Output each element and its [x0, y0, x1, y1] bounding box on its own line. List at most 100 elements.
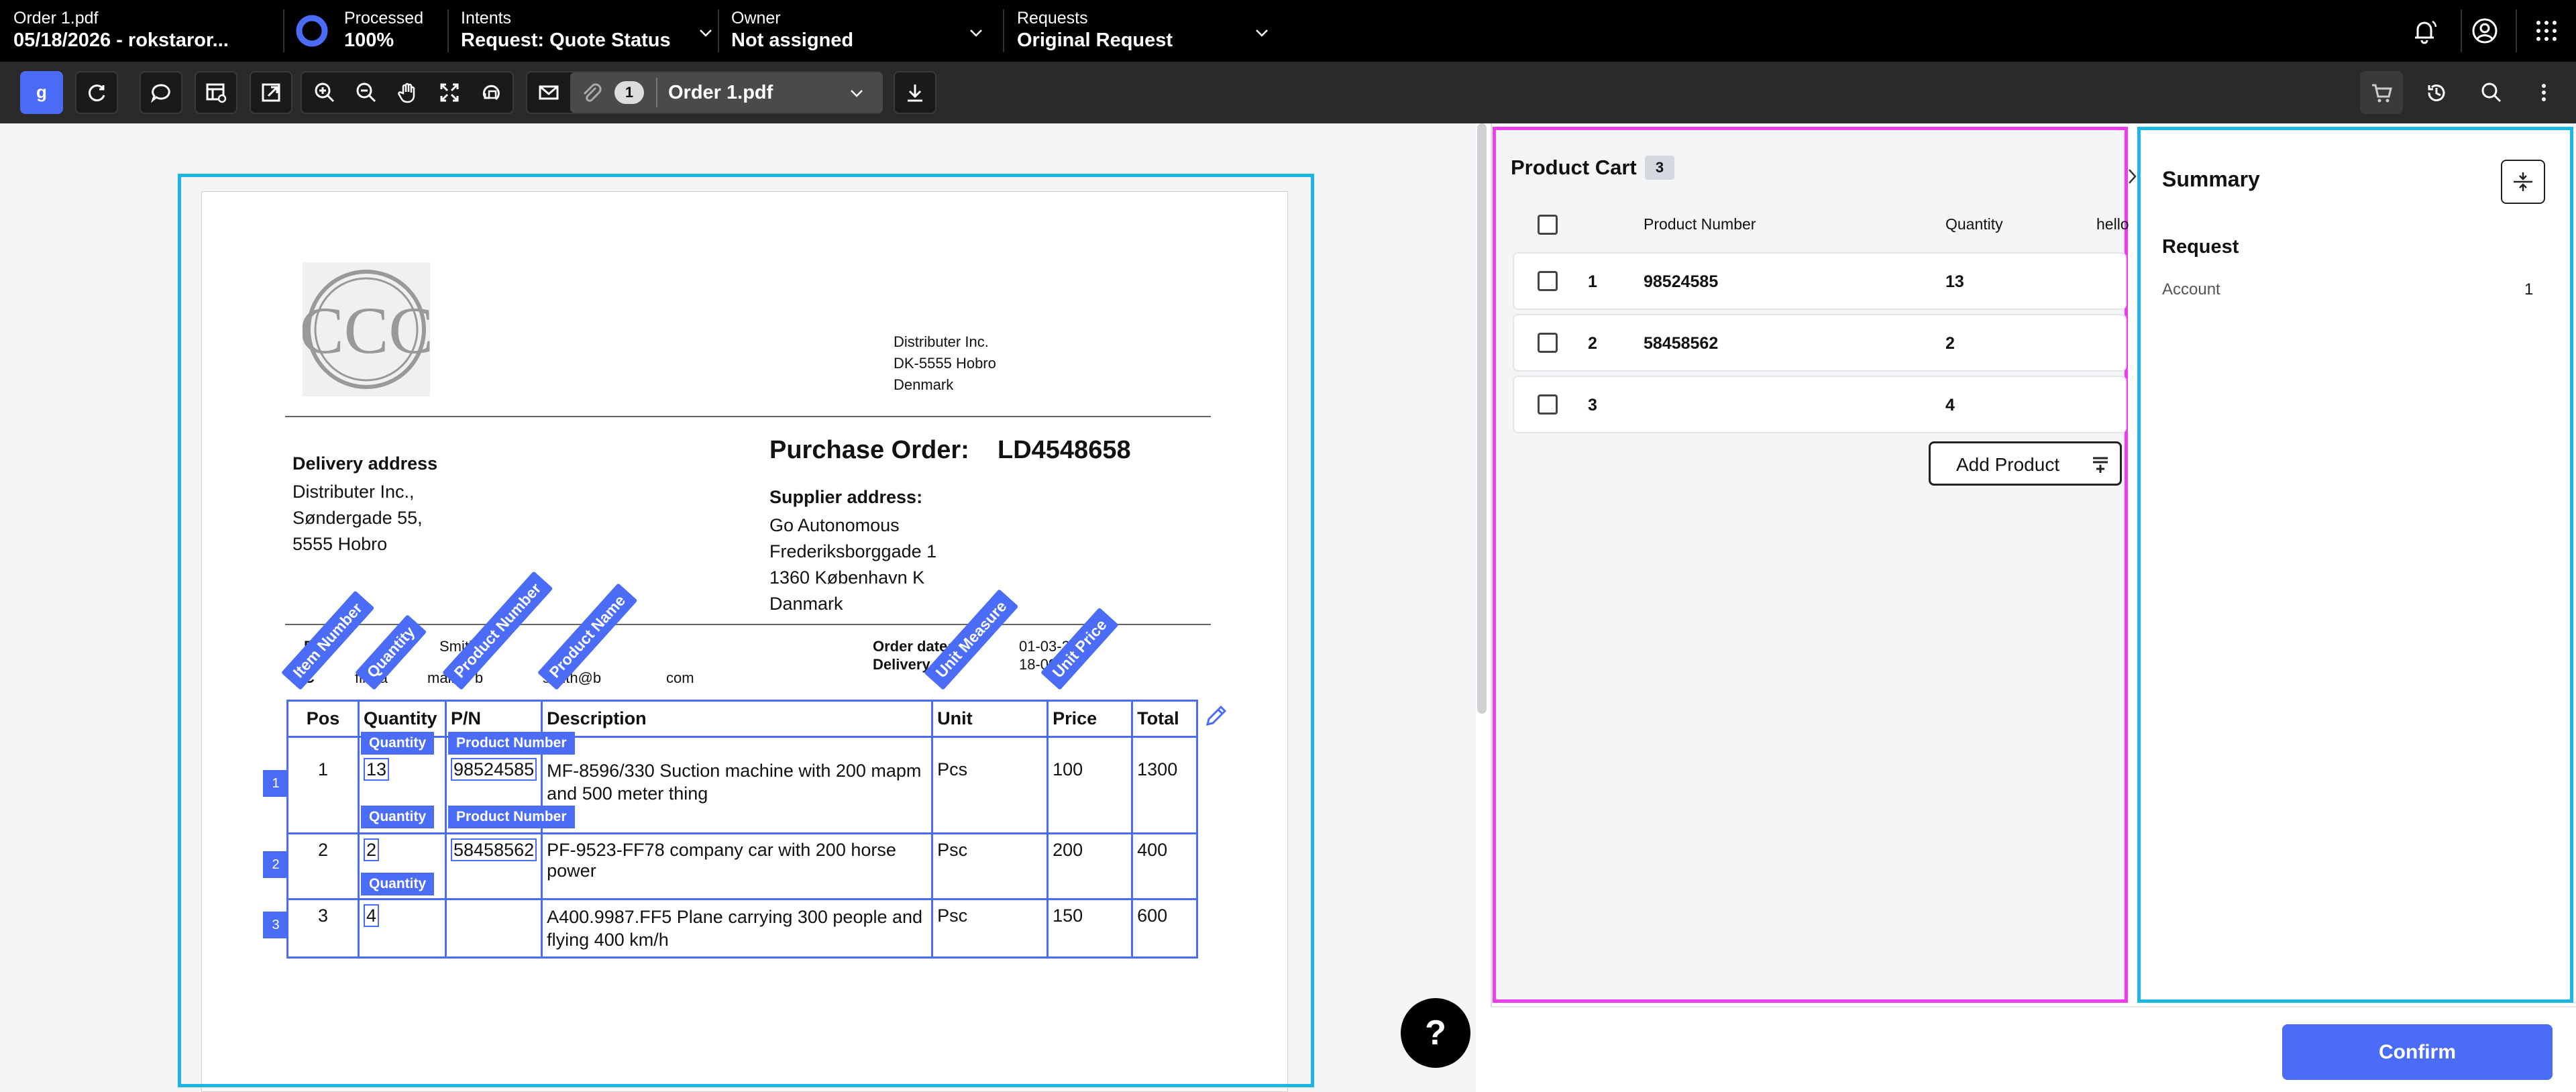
row-product-number[interactable]: 58458562	[1644, 334, 1718, 353]
intents-value: Request: Quote Status	[461, 30, 671, 51]
row-checkbox[interactable]	[1538, 271, 1558, 291]
confirm-button[interactable]: Confirm	[2282, 1024, 2553, 1080]
cell-qty: 4	[358, 898, 447, 959]
cart-row[interactable]: 3 4	[1513, 376, 2127, 433]
qty-highlight[interactable]: 2	[364, 838, 380, 861]
svg-text:g: g	[36, 82, 47, 102]
owner-dropdown[interactable]: Owner Not assigned	[731, 0, 989, 62]
requests-dropdown[interactable]: Requests Original Request	[1017, 0, 1275, 62]
tag-quantity[interactable]: Quantity	[361, 873, 435, 895]
zoom-out-icon[interactable]	[345, 71, 388, 114]
divider	[283, 9, 284, 52]
tag-product-number[interactable]: Product Number	[448, 732, 575, 755]
tag-quantity[interactable]: Quantity	[361, 806, 435, 828]
document-selector[interactable]: 1 Order 1.pdf	[570, 72, 883, 113]
row-quantity[interactable]: 2	[1945, 334, 1955, 353]
divider	[2461, 9, 2462, 52]
rotate-icon[interactable]	[470, 71, 513, 114]
cell-price: 200	[1046, 832, 1134, 900]
vertical-scrollbar[interactable]	[1477, 123, 1487, 714]
add-row-icon	[2093, 457, 2108, 473]
top-bar: Order 1.pdf 05/18/2026 - rokstaror... Pr…	[0, 0, 2576, 62]
cell-pos: 1	[286, 736, 360, 834]
table-row[interactable]: 3 4 A400.9987.FF5 Plane carrying 300 peo…	[286, 898, 1199, 959]
divider	[447, 9, 449, 52]
cell-description: PF-9523-FF78 company car with 200 horse …	[541, 832, 934, 900]
download-icon[interactable]	[894, 71, 936, 114]
pn-highlight[interactable]: 98524585	[451, 758, 537, 781]
hand-icon[interactable]	[386, 71, 429, 114]
row-index: 3	[1588, 396, 1597, 415]
paperclip-icon	[583, 83, 602, 102]
tag-quantity[interactable]: Quantity	[361, 732, 435, 755]
edit-pencil-icon[interactable]	[1202, 702, 1230, 730]
requests-label: Requests	[1017, 9, 1088, 28]
qty-highlight[interactable]: 13	[364, 758, 390, 781]
cell-pn: 58458562	[444, 832, 543, 900]
select-all-checkbox[interactable]	[1538, 215, 1558, 235]
chevron-right-icon[interactable]	[2127, 167, 2138, 186]
row-quantity[interactable]: 13	[1945, 272, 1964, 292]
tag-product-number[interactable]: Product Number	[448, 806, 575, 828]
chevron-down-icon	[970, 30, 982, 37]
row-index: 2	[1588, 334, 1597, 353]
divider	[2516, 9, 2517, 52]
cart-icon[interactable]	[2360, 71, 2403, 114]
apps-grid-icon[interactable]	[2529, 13, 2564, 48]
divider	[1003, 9, 1004, 52]
row-marker[interactable]: 2	[263, 851, 288, 878]
export-icon[interactable]	[250, 71, 292, 114]
cart-count-badge: 3	[1645, 156, 1674, 180]
qty-highlight[interactable]: 4	[364, 904, 380, 927]
intents-dropdown[interactable]: Intents Request: Quote Status	[461, 0, 719, 62]
bell-icon[interactable]	[2407, 13, 2442, 48]
collapse-button[interactable]	[2501, 160, 2545, 204]
row-marker[interactable]: 3	[263, 912, 288, 938]
history-icon[interactable]	[2415, 71, 2458, 114]
requests-value: Original Request	[1017, 30, 1173, 51]
cart-row[interactable]: 1 98524585 13	[1513, 252, 2127, 310]
search-icon[interactable]	[2470, 71, 2513, 114]
comment-icon[interactable]	[140, 71, 182, 114]
account-label: Account	[2162, 280, 2220, 298]
progress-ring-icon	[296, 15, 328, 47]
table-settings-icon[interactable]	[195, 71, 237, 114]
cell-total: 400	[1131, 832, 1199, 900]
intents-label: Intents	[461, 9, 512, 28]
cell-pn	[444, 898, 543, 959]
header-product-number: Product Number	[1644, 215, 1756, 233]
file-info: Order 1.pdf 05/18/2026 - rokstaror...	[13, 0, 275, 62]
logo-g-icon[interactable]: g	[20, 71, 63, 114]
help-button[interactable]: ?	[1401, 998, 1470, 1068]
row-checkbox[interactable]	[1538, 394, 1558, 415]
more-vertical-icon[interactable]	[2522, 71, 2565, 114]
mail-icon[interactable]	[527, 71, 570, 114]
account-value: 1	[2524, 280, 2534, 298]
cart-title: Product Cart	[1511, 156, 1637, 179]
processed-value: 100%	[344, 30, 394, 51]
cell-description: MF-8596/330 Suction machine with 200 map…	[541, 736, 934, 834]
cell-pos: 3	[286, 898, 360, 959]
row-product-number[interactable]: 98524585	[1644, 272, 1718, 292]
pn-highlight[interactable]: 58458562	[451, 838, 537, 861]
refresh-icon[interactable]	[75, 71, 118, 114]
add-product-label: Add Product	[1956, 454, 2060, 475]
cart-row[interactable]: 2 58458562 2	[1513, 314, 2127, 372]
file-name: Order 1.pdf	[13, 9, 99, 28]
row-checkbox[interactable]	[1538, 333, 1558, 353]
header-quantity: Quantity	[1945, 215, 2003, 233]
col-pos: Pos	[286, 700, 360, 738]
row-quantity[interactable]: 4	[1945, 396, 1955, 415]
fit-icon[interactable]	[428, 71, 471, 114]
row-marker[interactable]: 1	[263, 770, 288, 797]
chevron-down-icon	[851, 90, 863, 97]
cell-price: 150	[1046, 898, 1134, 959]
add-product-button[interactable]: Add Product	[1929, 441, 2122, 486]
zoom-in-icon[interactable]	[303, 71, 346, 114]
file-subtitle: 05/18/2026 - rokstaror...	[13, 30, 229, 51]
processed-status: Processed 100%	[295, 0, 456, 62]
collapse-icon	[2514, 172, 2532, 191]
divider	[656, 78, 657, 107]
request-section: Request	[2162, 236, 2239, 258]
user-icon[interactable]	[2467, 13, 2502, 48]
